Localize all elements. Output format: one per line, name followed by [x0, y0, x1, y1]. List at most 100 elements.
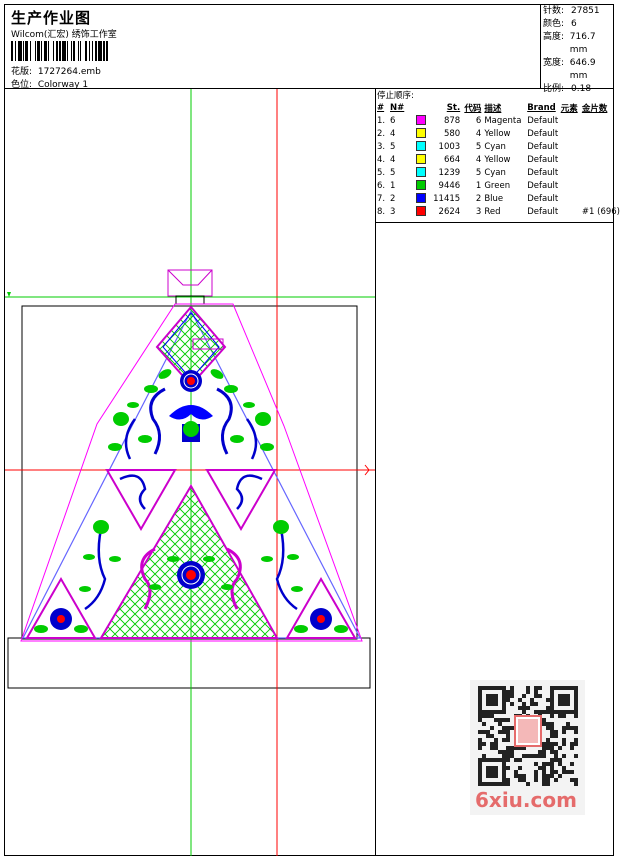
col-code: 代码 — [464, 104, 482, 114]
col-desc: 描述 — [484, 104, 502, 114]
design-label: 花版: — [11, 67, 33, 77]
table-row: 3. 5 1003 5 Cyan Default — [377, 140, 620, 153]
color-swatch — [415, 193, 426, 204]
table-row: 5. 5 1239 5 Cyan Default — [377, 166, 620, 179]
cell-n: 4 — [390, 128, 396, 139]
company-name: Wilcom(汇宏) 绣饰工作室 — [11, 30, 117, 40]
cell-desc: Green — [484, 180, 511, 191]
cell-sequin — [582, 114, 620, 127]
cell-desc: Red — [484, 206, 501, 217]
color-swatch — [415, 141, 426, 152]
color-swatch-cell — [415, 179, 433, 192]
cell-desc: Yellow — [484, 128, 511, 139]
cell-element — [561, 179, 582, 192]
cell-num: 6. — [377, 180, 386, 191]
color-swatch — [415, 115, 426, 126]
cell-brand: Default — [527, 193, 559, 204]
cell-brand: Default — [527, 180, 559, 191]
stitches-value: 27851 — [571, 6, 600, 16]
cell-brand: Default — [527, 167, 559, 178]
cell-n: 3 — [390, 206, 396, 217]
cell-n: 1 — [390, 180, 396, 191]
cell-code: 5 — [475, 141, 482, 152]
cell-code: 5 — [475, 167, 482, 178]
cell-st: 2624 — [438, 206, 461, 217]
cell-element — [561, 114, 582, 127]
table-row: 7. 2 11415 2 Blue Default — [377, 192, 620, 205]
color-swatch-cell — [415, 166, 433, 179]
color-swatch-cell — [415, 114, 433, 127]
colors-label: 颜色: — [543, 19, 565, 29]
cell-desc: Cyan — [484, 167, 506, 178]
table-row: 6. 1 9446 1 Green Default — [377, 179, 620, 192]
height-label: 高度: — [543, 32, 565, 42]
barcode — [11, 41, 146, 61]
stop-sequence-title: 停止顺序: — [377, 91, 414, 101]
color-swatch-cell — [415, 192, 433, 205]
width-value: 646.9 mm — [569, 58, 596, 81]
cell-code: 1 — [475, 180, 482, 191]
cell-st: 1003 — [438, 141, 461, 152]
cell-brand: Default — [527, 128, 559, 139]
cell-sequin — [582, 153, 620, 166]
cell-n: 5 — [390, 167, 396, 178]
cell-brand: Default — [527, 154, 559, 165]
col-swatch — [416, 102, 433, 114]
cell-element — [561, 127, 582, 140]
watermark-logo: 6xiu.com — [475, 788, 577, 812]
cell-st: 580 — [443, 128, 461, 139]
color-swatch — [415, 206, 426, 217]
cell-code: 6 — [475, 115, 482, 126]
cell-element — [561, 166, 582, 179]
color-swatch — [415, 180, 426, 191]
col-brand: Brand — [527, 103, 556, 113]
cell-sequin — [582, 127, 620, 140]
design-file: 1727264.emb — [37, 67, 101, 77]
page-title: 生产作业图 — [11, 9, 92, 27]
col-num: # — [377, 103, 385, 113]
stop-sequence-table: # N# St. 代码 描述 Brand 元素 金片数 1. 6 878 6 Magen… — [377, 102, 620, 218]
cell-st: 664 — [443, 154, 461, 165]
cell-sequin — [582, 192, 620, 205]
cell-desc: Blue — [484, 193, 504, 204]
cell-num: 4. — [377, 154, 386, 165]
cell-element — [561, 205, 582, 218]
cell-brand: Default — [527, 206, 559, 217]
cell-sequin — [582, 166, 620, 179]
cell-num: 7. — [377, 193, 386, 204]
height-value: 716.7 mm — [569, 32, 596, 55]
design-stats: 针数: 27851 颜色: 6 高度: 716.7 mm 宽度: 646.9 mm 比例… — [541, 4, 614, 94]
stop-sequence-panel: 停止顺序: # N# St. 代码 描述 Brand 元素 金片数 1. 6 878… — [377, 90, 620, 218]
cell-st: 9446 — [438, 180, 461, 191]
cell-n: 6 — [390, 115, 396, 126]
color-swatch-cell — [415, 127, 433, 140]
col-sequin: 金片数 — [581, 104, 608, 114]
cell-n: 5 — [390, 141, 396, 152]
table-row: 2. 4 580 4 Yellow Default — [377, 127, 620, 140]
base-outline — [7, 637, 371, 689]
cell-desc: Magenta — [484, 115, 522, 126]
table-divider — [375, 222, 614, 223]
col-st: St. — [446, 103, 461, 113]
cell-brand: Default — [527, 115, 559, 126]
cell-sequin — [582, 179, 620, 192]
table-row: 8. 3 2624 3 Red Default #1 (696) — [377, 205, 620, 218]
cell-num: 3. — [377, 141, 386, 152]
cell-n: 4 — [390, 154, 396, 165]
cell-desc: Cyan — [484, 141, 506, 152]
cell-brand: Default — [527, 141, 559, 152]
stitches-label: 针数: — [543, 6, 565, 16]
color-swatch-cell — [415, 205, 433, 218]
cell-num: 2. — [377, 128, 386, 139]
color-swatch — [415, 154, 426, 165]
cell-code: 4 — [475, 128, 482, 139]
cell-num: 8. — [377, 206, 386, 217]
color-swatch-cell — [415, 153, 433, 166]
cell-st: 11415 — [433, 193, 461, 204]
color-swatch — [415, 167, 426, 178]
cell-sequin: #1 (696) — [581, 206, 620, 217]
cell-element — [561, 192, 582, 205]
col-n: N# — [390, 103, 405, 113]
colors-value: 6 — [571, 19, 577, 29]
color-swatch-cell — [415, 140, 433, 153]
